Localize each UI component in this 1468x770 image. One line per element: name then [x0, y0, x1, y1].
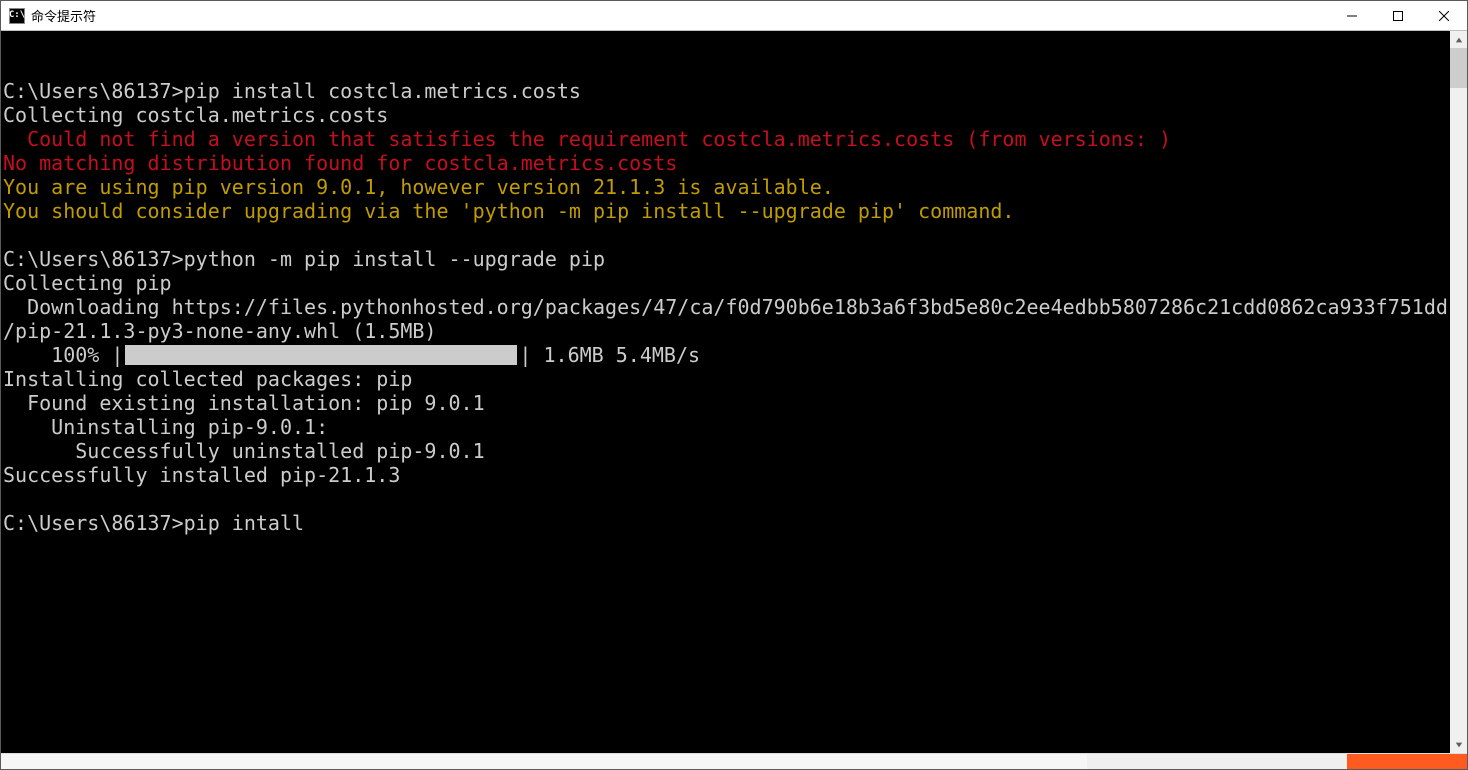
terminal-line: Found existing installation: pip 9.0.1	[3, 391, 485, 415]
terminal-line: C:\Users\86137>python -m pip install --u…	[3, 247, 605, 271]
terminal-line: Successfully uninstalled pip-9.0.1	[3, 439, 485, 463]
terminal[interactable]: C:\Users\86137>pip install costcla.metri…	[1, 31, 1450, 753]
progress-line: 100% | | 1.6MB 5.4MB/s	[3, 343, 700, 367]
vertical-scrollbar[interactable]	[1450, 31, 1467, 753]
cmd-icon: C:\	[9, 8, 25, 24]
progress-tail: | 1.6MB 5.4MB/s	[519, 343, 700, 367]
command-prompt-window: C:\ 命令提示符 C:\Users\86137>pip install cos…	[0, 0, 1468, 770]
bg-segment	[1, 754, 1087, 769]
terminal-line: Downloading https://files.pythonhosted.o…	[3, 295, 1448, 319]
terminal-line: C:\Users\86137>pip intall	[3, 511, 304, 535]
close-button[interactable]	[1421, 1, 1467, 31]
progress-percent: 100% |	[3, 343, 123, 367]
terminal-line-error: Could not find a version that satisfies …	[3, 127, 1171, 151]
scroll-down-button[interactable]	[1450, 736, 1467, 753]
window-title: 命令提示符	[31, 6, 96, 25]
maximize-button[interactable]	[1375, 1, 1421, 31]
minimize-button[interactable]	[1329, 1, 1375, 31]
terminal-line: Installing collected packages: pip	[3, 367, 412, 391]
terminal-line-warning: You should consider upgrading via the 'p…	[3, 199, 1014, 223]
scrollbar-thumb[interactable]	[1450, 48, 1467, 88]
terminal-line-error: No matching distribution found for costc…	[3, 151, 677, 175]
terminal-line: Collecting pip	[3, 271, 172, 295]
bg-segment	[1087, 754, 1347, 769]
progress-bar	[125, 345, 517, 365]
terminal-line: C:\Users\86137>pip install costcla.metri…	[3, 79, 581, 103]
terminal-line-warning: You are using pip version 9.0.1, however…	[3, 175, 834, 199]
scrollbar-track[interactable]	[1450, 48, 1467, 736]
terminal-line: Collecting costcla.metrics.costs	[3, 103, 388, 127]
terminal-line: /pip-21.1.3-py3-none-any.whl (1.5MB)	[3, 319, 436, 343]
terminal-area: C:\Users\86137>pip install costcla.metri…	[1, 31, 1467, 753]
scroll-up-button[interactable]	[1450, 31, 1467, 48]
terminal-line: Uninstalling pip-9.0.1:	[3, 415, 328, 439]
background-strip	[1, 753, 1467, 769]
bg-segment-orange	[1347, 754, 1467, 769]
terminal-line: Successfully installed pip-21.1.3	[3, 463, 400, 487]
titlebar[interactable]: C:\ 命令提示符	[1, 1, 1467, 31]
